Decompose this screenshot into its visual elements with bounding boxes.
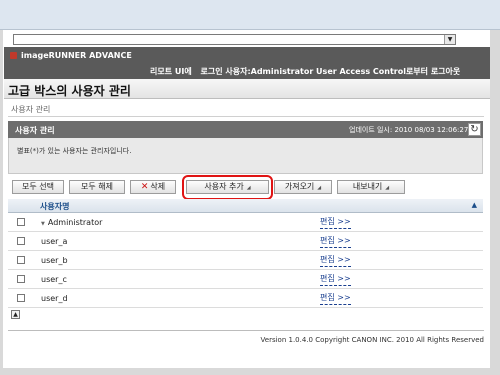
delete-icon: ✕ [140, 182, 149, 192]
refresh-icon[interactable]: ↻ [468, 123, 481, 136]
copyright-footer: Version 1.0.4.0 Copyright CANON INC. 201… [260, 336, 484, 344]
admin-marker-icon: ▼ [41, 221, 45, 227]
user-name: user_b [41, 256, 68, 265]
address-bar[interactable]: ▼ [13, 34, 456, 45]
browser-toolbar [0, 0, 500, 30]
user-name: user_d [41, 294, 68, 303]
divider [8, 116, 484, 117]
user-name: user_c [41, 275, 67, 284]
canon-logo-icon [10, 52, 17, 59]
export-label: 내보내기 [352, 182, 383, 191]
triangle-icon: ◢ [317, 185, 322, 191]
triangle-icon: ◢ [385, 185, 390, 191]
title-bar: 고급 박스의 사용자 관리 [4, 79, 490, 99]
login-user-logout-link[interactable]: 로그인 사용자:Administrator User Access Contro… [201, 67, 461, 76]
table-row: user_c 편집 >> [8, 270, 483, 289]
brand-name: imageRUNNER ADVANCE [21, 51, 132, 60]
page-title: 고급 박스의 사용자 관리 [8, 84, 131, 98]
deselect-all-button[interactable]: 모두 해제 [69, 180, 125, 194]
user-table: 사용자명 ▲ ▼ Administrator 편집 >> user_a 편집 >>… [8, 199, 483, 308]
panel-title: 사용자 관리 [15, 126, 55, 135]
column-header-username[interactable]: 사용자명 [40, 201, 69, 212]
row-checkbox[interactable] [17, 256, 25, 264]
row-checkbox[interactable] [17, 237, 25, 245]
edit-link[interactable]: 편집 >> [320, 216, 351, 229]
remote-ui-link[interactable]: 리모트 UI에 [150, 67, 192, 76]
table-row: user_a 편집 >> [8, 232, 483, 251]
panel-header: 사용자 관리 업데이트 일시: 2010 08/03 12:06:27 ↻ [8, 121, 483, 138]
delete-button[interactable]: ✕ 삭제 [130, 180, 176, 194]
user-name: ▼ Administrator [41, 218, 102, 227]
brand: imageRUNNER ADVANCE [10, 51, 132, 60]
table-header: 사용자명 ▲ [8, 199, 483, 213]
scrollbar[interactable] [490, 30, 500, 375]
user-name: user_a [41, 237, 68, 246]
header-links: 리모트 UI에 로그인 사용자:Administrator User Acces… [150, 66, 466, 77]
scroll-to-top-icon[interactable]: ▲ [11, 310, 20, 319]
admin-note: 별표(*)가 있는 사용자는 관리자입니다. [17, 147, 132, 155]
chevron-down-icon[interactable]: ▼ [444, 35, 455, 44]
user-name-text: Administrator [47, 218, 103, 227]
edit-link[interactable]: 편집 >> [320, 292, 351, 305]
import-button[interactable]: 가져오기 ◢ [274, 180, 332, 194]
row-checkbox[interactable] [17, 294, 25, 302]
row-checkbox[interactable] [17, 275, 25, 283]
table-row: user_d 편집 >> [8, 289, 483, 308]
table-row: ▼ Administrator 편집 >> [8, 213, 483, 232]
app-header: imageRUNNER ADVANCE 리모트 UI에 로그인 사용자:Admi… [4, 47, 490, 79]
highlight-box [182, 175, 273, 200]
update-timestamp: 업데이트 일시: 2010 08/03 12:06:27 [349, 126, 469, 134]
export-button[interactable]: 내보내기 ◢ [337, 180, 405, 194]
breadcrumb: 사용자 관리 [11, 105, 51, 114]
edit-link[interactable]: 편집 >> [320, 254, 351, 267]
window-frame-left [0, 30, 3, 375]
panel-body: 별표(*)가 있는 사용자는 관리자입니다. [8, 138, 483, 174]
sort-icon[interactable]: ▲ [472, 201, 477, 209]
table-row: user_b 편집 >> [8, 251, 483, 270]
edit-link[interactable]: 편집 >> [320, 273, 351, 286]
window-frame-bottom [0, 368, 500, 375]
delete-label: 삭제 [150, 182, 166, 191]
edit-link[interactable]: 편집 >> [320, 235, 351, 248]
footer-divider [8, 330, 484, 331]
select-all-label: 모두 선택 [22, 182, 54, 191]
select-all-button[interactable]: 모두 선택 [12, 180, 64, 194]
import-label: 가져오기 [284, 182, 315, 191]
row-checkbox[interactable] [17, 218, 25, 226]
deselect-all-label: 모두 해제 [81, 182, 113, 191]
